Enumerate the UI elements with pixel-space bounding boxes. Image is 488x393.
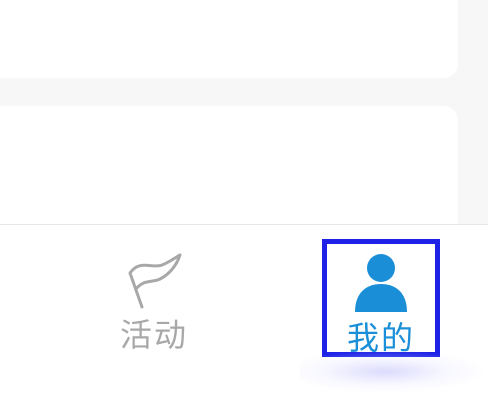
content-card[interactable] [0, 0, 458, 78]
flag-icon [128, 253, 182, 309]
tab-label: 活动 [119, 316, 188, 354]
content-card[interactable] [0, 106, 458, 224]
tab-me[interactable]: 我的 [322, 239, 440, 357]
content-area [0, 0, 488, 224]
user-icon [355, 254, 407, 312]
bottom-tab-bar: 活动 我的 [0, 224, 488, 393]
tab-label: 我的 [346, 319, 415, 357]
tab-activities[interactable]: 活动 [94, 225, 214, 355]
